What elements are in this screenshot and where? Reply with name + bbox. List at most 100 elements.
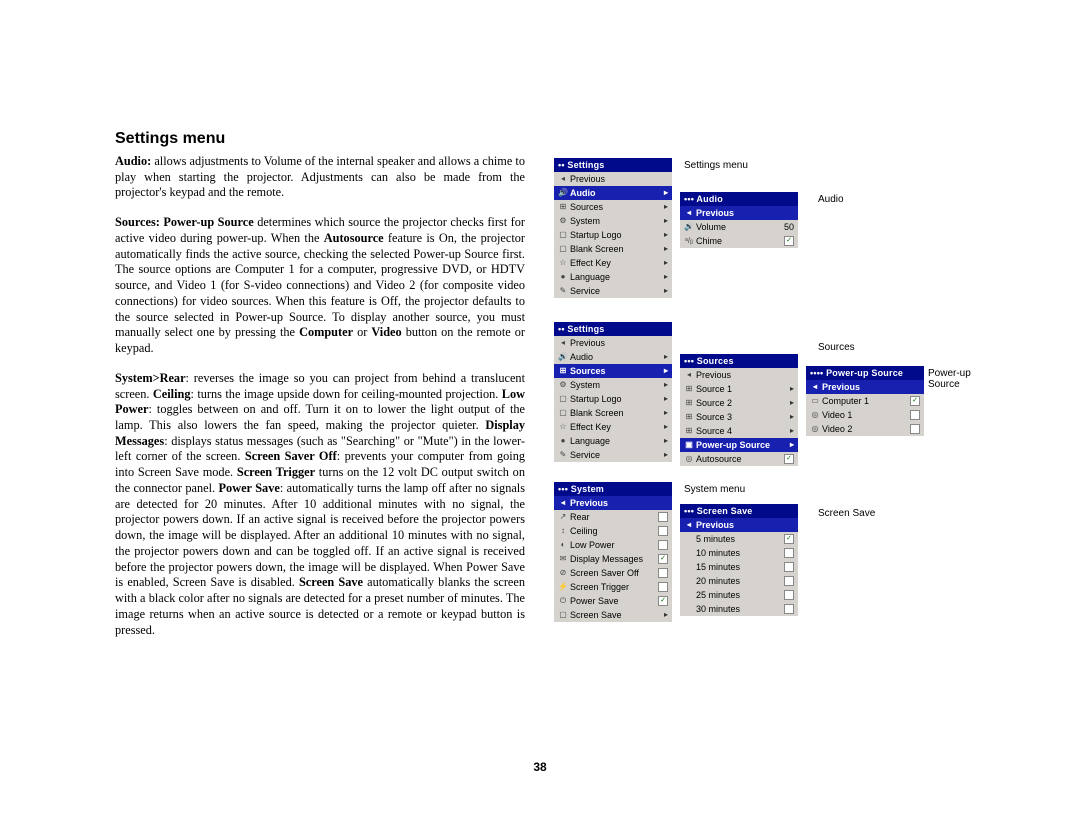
- checkbox-icon[interactable]: ✓: [658, 596, 668, 606]
- menu-item[interactable]: ●Language▸: [554, 270, 672, 284]
- menu-item[interactable]: ◎Video 2: [806, 422, 924, 436]
- checkbox-icon[interactable]: [784, 562, 794, 572]
- menu-item[interactable]: 25 minutes: [680, 588, 798, 602]
- menu-title: ••• Audio: [680, 192, 798, 206]
- menu-item[interactable]: ⏻Power Save✓: [554, 594, 672, 608]
- menu-item[interactable]: 🔊Audio▸: [554, 186, 672, 200]
- menu-item-label: Audio: [570, 350, 658, 364]
- menu-item-icon: ◂: [682, 369, 696, 381]
- menu-item-icon: ◐: [556, 539, 570, 551]
- menu-item[interactable]: ◂Previous: [680, 206, 798, 220]
- menu-item[interactable]: ☆Effect Key▸: [554, 256, 672, 270]
- checkbox-icon[interactable]: ✓: [784, 454, 794, 464]
- menu-item[interactable]: ⊞Sources▸: [554, 364, 672, 378]
- menu-item[interactable]: ✉Display Messages✓: [554, 552, 672, 566]
- menu-item[interactable]: ↕Ceiling: [554, 524, 672, 538]
- settings-menu-heading: Settings menu: [115, 130, 525, 148]
- checkbox-icon[interactable]: [784, 576, 794, 586]
- submenu-arrow-icon: ▸: [784, 424, 794, 438]
- paragraph-sources: Sources: Power-up Source determines whic…: [115, 215, 525, 357]
- menu-item[interactable]: ✎Service▸: [554, 448, 672, 462]
- checkbox-icon[interactable]: [784, 604, 794, 614]
- menu-item[interactable]: ◂Previous: [680, 518, 798, 532]
- menu-item-icon: ◂: [682, 207, 696, 219]
- menu-item-label: Autosource: [696, 452, 784, 466]
- menu-item[interactable]: ◐Low Power: [554, 538, 672, 552]
- menu-item[interactable]: ✎Service▸: [554, 284, 672, 298]
- menu-item[interactable]: ▭Computer 1✓: [806, 394, 924, 408]
- menu-item[interactable]: ◂Previous: [554, 496, 672, 510]
- submenu-arrow-icon: ▸: [658, 608, 668, 622]
- checkbox-icon[interactable]: ✓: [910, 396, 920, 406]
- menu-item-icon: 🔊: [556, 187, 570, 199]
- menu-item-label: Language: [570, 434, 658, 448]
- menu-item-label: Display Messages: [570, 552, 658, 566]
- menu-item[interactable]: ▢Blank Screen▸: [554, 406, 672, 420]
- menu-item[interactable]: ⊘Screen Saver Off: [554, 566, 672, 580]
- menu-item-icon: ⊞: [682, 397, 696, 409]
- menu-item[interactable]: ◂Previous: [806, 380, 924, 394]
- menu-item-icon: ▢: [556, 609, 570, 621]
- menu-item[interactable]: ▢Blank Screen▸: [554, 242, 672, 256]
- menu-item[interactable]: 🔊Volume50: [680, 220, 798, 234]
- menu-item[interactable]: ☆Effect Key▸: [554, 420, 672, 434]
- menu-item-icon: ▣: [682, 439, 696, 451]
- menu-item-label: Source 3: [696, 410, 784, 424]
- menu-item[interactable]: ◎Video 1: [806, 408, 924, 422]
- checkbox-icon[interactable]: [910, 410, 920, 420]
- paragraph-system: System>Rear: reverses the image so you c…: [115, 371, 525, 638]
- menu-item-icon: ⊞: [682, 425, 696, 437]
- menu-item[interactable]: ▢Startup Logo▸: [554, 228, 672, 242]
- menu-item-icon: ᵃ/ᵦ: [682, 235, 696, 247]
- menu-item-label: Service: [570, 284, 658, 298]
- checkbox-icon[interactable]: [658, 526, 668, 536]
- menu-item[interactable]: ◂Previous: [554, 172, 672, 186]
- menu-item[interactable]: 30 minutes: [680, 602, 798, 616]
- menu-item-icon: ✉: [556, 553, 570, 565]
- menu-item[interactable]: ⚙System▸: [554, 378, 672, 392]
- menu-item[interactable]: ◂Previous: [680, 368, 798, 382]
- checkbox-icon[interactable]: [784, 590, 794, 600]
- menu-item-icon: ◂: [556, 497, 570, 509]
- checkbox-icon[interactable]: ✓: [784, 236, 794, 246]
- menu-item[interactable]: ↗Rear: [554, 510, 672, 524]
- menu-item[interactable]: ⊞Source 1▸: [680, 382, 798, 396]
- menu-item[interactable]: ▣Power-up Source▸: [680, 438, 798, 452]
- menu-item-icon: ⚡: [556, 581, 570, 593]
- menu-item[interactable]: ᵃ/ᵦChime✓: [680, 234, 798, 248]
- menu-item[interactable]: ▢Screen Save▸: [554, 608, 672, 622]
- menu-item[interactable]: ●Language▸: [554, 434, 672, 448]
- menu-item[interactable]: 5 minutes✓: [680, 532, 798, 546]
- checkbox-icon[interactable]: [784, 548, 794, 558]
- checkbox-icon[interactable]: ✓: [658, 554, 668, 564]
- menu-title: ••• System: [554, 482, 672, 496]
- menu-item[interactable]: ▢Startup Logo▸: [554, 392, 672, 406]
- menu-item[interactable]: ◎Autosource✓: [680, 452, 798, 466]
- menu-item[interactable]: ⊞Source 4▸: [680, 424, 798, 438]
- menu-item-icon: 🔊: [556, 351, 570, 363]
- menu-item[interactable]: 20 minutes: [680, 574, 798, 588]
- submenu-arrow-icon: ▸: [658, 256, 668, 270]
- menu-item[interactable]: ⊞Source 2▸: [680, 396, 798, 410]
- checkbox-icon[interactable]: ✓: [784, 534, 794, 544]
- menu-item-icon: [682, 603, 696, 615]
- checkbox-icon[interactable]: [658, 568, 668, 578]
- checkbox-icon[interactable]: [910, 424, 920, 434]
- menu-item-icon: ▢: [556, 229, 570, 241]
- menu-item[interactable]: 15 minutes: [680, 560, 798, 574]
- menu-item-icon: ⚙: [556, 215, 570, 227]
- menu-item-label: Ceiling: [570, 524, 658, 538]
- menu-item[interactable]: 🔊Audio▸: [554, 350, 672, 364]
- menu-item[interactable]: ⊞Source 3▸: [680, 410, 798, 424]
- menu-item[interactable]: ⊞Sources▸: [554, 200, 672, 214]
- checkbox-icon[interactable]: [658, 512, 668, 522]
- menu-item[interactable]: 10 minutes: [680, 546, 798, 560]
- menu-item[interactable]: ⚙System▸: [554, 214, 672, 228]
- menu-item-icon: [682, 561, 696, 573]
- menu-item-label: System: [570, 214, 658, 228]
- checkbox-icon[interactable]: [658, 582, 668, 592]
- menu-item-label: Source 4: [696, 424, 784, 438]
- menu-item[interactable]: ◂Previous: [554, 336, 672, 350]
- checkbox-icon[interactable]: [658, 540, 668, 550]
- menu-item[interactable]: ⚡Screen Trigger: [554, 580, 672, 594]
